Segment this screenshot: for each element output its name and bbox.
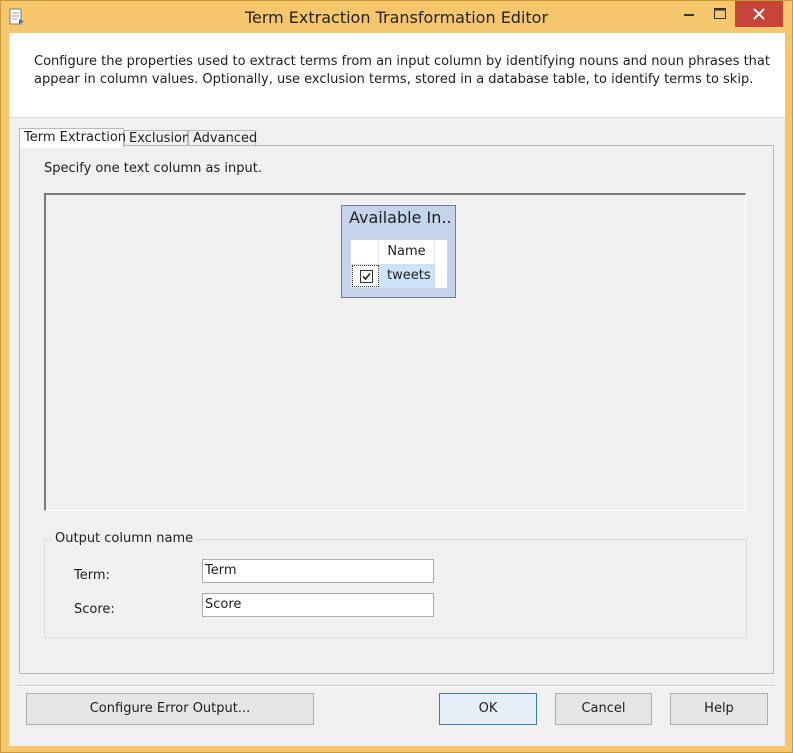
- term-field[interactable]: Term: [202, 559, 434, 583]
- available-inputs-grid[interactable]: Name tweets: [350, 239, 448, 289]
- available-inputs-box[interactable]: Available In... Name tweets: [341, 205, 456, 298]
- title-bar[interactable]: Term Extraction Transformation Editor: [1, 1, 792, 33]
- close-button[interactable]: [735, 1, 783, 27]
- tab-term-extraction[interactable]: Term Extraction: [19, 128, 126, 148]
- dialog-client: Configure the properties used to extract…: [9, 33, 785, 746]
- term-label: Term:: [74, 568, 110, 583]
- editor-window: Term Extraction Transformation Editor Co…: [0, 0, 793, 753]
- table-row[interactable]: tweets: [351, 264, 435, 288]
- instruction-text: Specify one text column as input.: [44, 161, 262, 176]
- available-inputs-title: Available In...: [349, 208, 452, 227]
- help-button[interactable]: Help: [670, 693, 768, 725]
- description-panel: Configure the properties used to extract…: [9, 33, 785, 118]
- close-icon: [753, 8, 765, 20]
- score-label: Score:: [74, 602, 115, 617]
- description-text: Configure the properties used to extract…: [34, 54, 770, 87]
- tweets-checkbox[interactable]: [352, 265, 379, 287]
- maximize-icon: [714, 8, 726, 19]
- score-field[interactable]: Score: [202, 593, 434, 617]
- footer-divider: [17, 685, 775, 687]
- ok-button[interactable]: OK: [439, 693, 537, 725]
- checkmark-icon: [360, 270, 373, 283]
- output-column-group: Output column name Term: Term Score: Sco…: [44, 531, 747, 638]
- minimize-button[interactable]: [672, 1, 706, 27]
- input-columns-canvas[interactable]: Available In... Name tweets: [44, 193, 746, 511]
- check-column-header: [351, 240, 379, 264]
- term-extraction-page: Specify one text column as input. Availa…: [19, 145, 774, 674]
- column-name-tweets: tweets: [387, 268, 431, 283]
- cancel-button[interactable]: Cancel: [555, 693, 652, 725]
- output-group-title: Output column name: [53, 531, 196, 546]
- minimize-icon: [684, 14, 694, 16]
- maximize-button[interactable]: [706, 1, 734, 27]
- name-column-header: Name: [379, 240, 435, 264]
- configure-error-output-button[interactable]: Configure Error Output...: [26, 693, 314, 725]
